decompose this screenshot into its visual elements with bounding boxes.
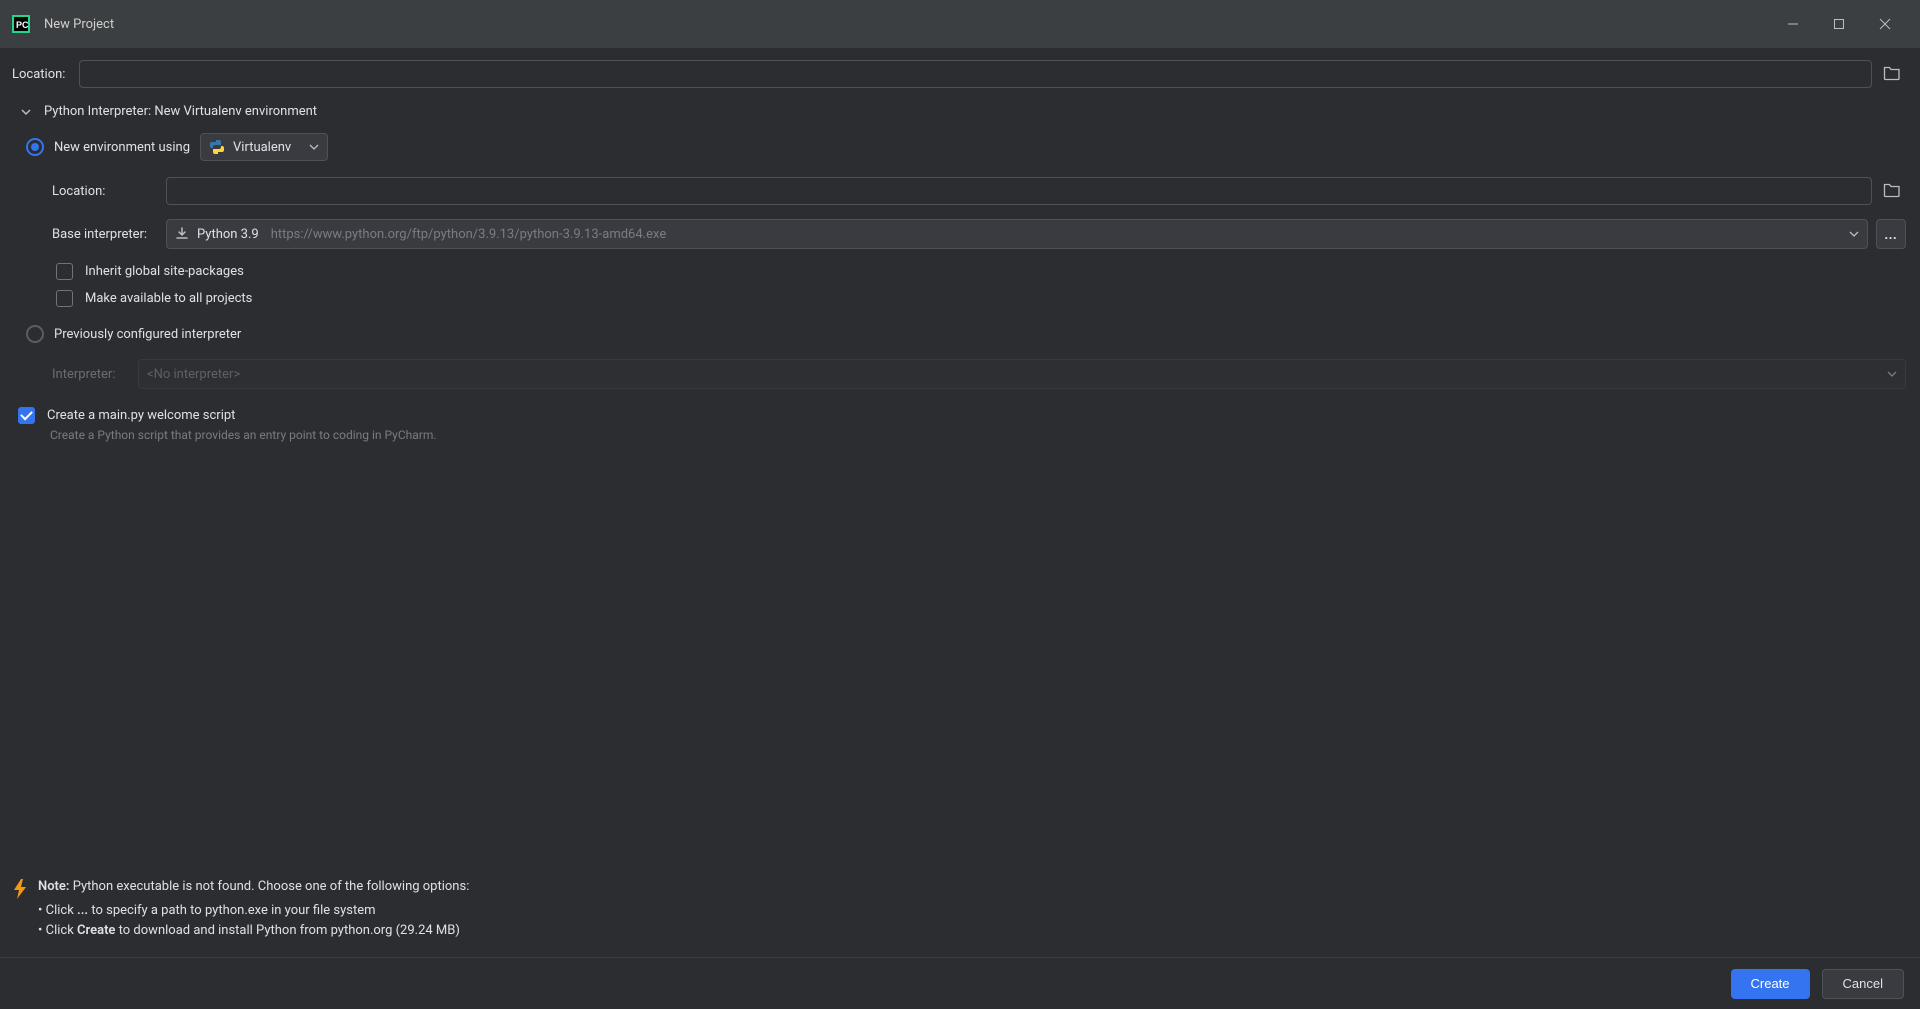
make-available-label: Make available to all projects: [85, 291, 252, 306]
new-environment-label: New environment using: [54, 140, 190, 155]
minimize-button[interactable]: [1770, 0, 1816, 48]
base-interpreter-url: https://www.python.org/ftp/python/3.9.13…: [271, 227, 1841, 242]
venv-location-row: Location:: [52, 177, 1906, 205]
new-environment-radio[interactable]: [26, 138, 44, 156]
base-interpreter-row: Base interpreter: Python 3.9 https://www…: [52, 219, 1906, 249]
ellipsis-icon: …: [1884, 227, 1898, 242]
python-icon: [209, 139, 225, 155]
create-button[interactable]: Create: [1731, 969, 1810, 999]
welcome-script-hint: Create a Python script that provides an …: [50, 428, 1906, 442]
interpreter-select-value: <No interpreter>: [147, 367, 240, 382]
note-bullet-1: Click ... to specify a path to python.ex…: [38, 901, 469, 921]
lightning-icon: [12, 879, 28, 899]
pycharm-icon: PC: [12, 15, 30, 33]
maximize-button[interactable]: [1816, 0, 1862, 48]
chevron-down-icon: [20, 106, 32, 118]
location-label: Location:: [12, 67, 65, 82]
interpreter-section-toggle[interactable]: Python Interpreter: New Virtualenv envir…: [20, 104, 1906, 119]
interpreter-select-row: Interpreter: <No interpreter>: [52, 359, 1906, 389]
browse-base-interpreter-button[interactable]: …: [1876, 219, 1906, 249]
interpreter-select: <No interpreter>: [138, 359, 1906, 389]
base-interpreter-version: Python 3.9: [197, 227, 259, 242]
note-body: Python executable is not found. Choose o…: [69, 879, 469, 894]
browse-location-button[interactable]: [1878, 60, 1906, 88]
previous-interpreter-details: Interpreter: <No interpreter>: [52, 359, 1906, 403]
location-row: Location:: [12, 60, 1906, 88]
download-icon: [175, 227, 189, 241]
interpreter-select-label: Interpreter:: [52, 367, 138, 382]
note-block: Note: Python executable is not found. Ch…: [12, 877, 1906, 957]
env-type-value: Virtualenv: [233, 140, 291, 155]
previous-interpreter-label: Previously configured interpreter: [54, 327, 241, 342]
location-input[interactable]: [79, 60, 1872, 88]
inherit-packages-checkbox[interactable]: [56, 263, 73, 280]
base-interpreter-label: Base interpreter:: [52, 227, 166, 242]
content: Location: Python Interpreter: New Virtua…: [0, 48, 1920, 957]
cancel-button[interactable]: Cancel: [1822, 969, 1904, 999]
base-interpreter-select[interactable]: Python 3.9 https://www.python.org/ftp/py…: [166, 219, 1868, 249]
browse-venv-location-button[interactable]: [1878, 177, 1906, 205]
new-environment-row: New environment using Virtualenv: [26, 133, 1906, 161]
make-available-checkbox[interactable]: [56, 290, 73, 307]
inherit-packages-label: Inherit global site-packages: [85, 264, 244, 279]
welcome-script-checkbox[interactable]: [18, 407, 35, 424]
make-available-row: Make available to all projects: [56, 290, 1906, 307]
note-bullet-2: Click Create to download and install Pyt…: [38, 921, 469, 941]
interpreter-section-title: Python Interpreter: New Virtualenv envir…: [44, 104, 317, 119]
venv-location-label: Location:: [52, 184, 166, 199]
env-type-select[interactable]: Virtualenv: [200, 133, 328, 161]
previous-interpreter-radio[interactable]: [26, 325, 44, 343]
note-text: Note: Python executable is not found. Ch…: [38, 877, 469, 941]
chevron-down-icon: [1887, 369, 1897, 379]
chevron-down-icon: [1849, 229, 1859, 239]
venv-location-input[interactable]: [166, 177, 1872, 205]
welcome-script-block: Create a main.py welcome script Create a…: [18, 407, 1906, 442]
new-env-details: Location: Base interpreter: Python 3.9 h…: [52, 177, 1906, 325]
chevron-down-icon: [309, 142, 319, 152]
window-title: New Project: [44, 17, 114, 32]
previous-interpreter-row: Previously configured interpreter: [26, 325, 1906, 343]
button-bar: Create Cancel: [0, 957, 1920, 1009]
folder-icon: [1883, 182, 1901, 201]
titlebar: PC New Project: [0, 0, 1920, 48]
folder-icon: [1883, 65, 1901, 84]
svg-text:PC: PC: [16, 20, 29, 30]
welcome-script-label: Create a main.py welcome script: [47, 408, 235, 423]
close-button[interactable]: [1862, 0, 1908, 48]
inherit-packages-row: Inherit global site-packages: [56, 263, 1906, 280]
note-heading: Note:: [38, 879, 69, 894]
welcome-script-row: Create a main.py welcome script: [18, 407, 1906, 424]
